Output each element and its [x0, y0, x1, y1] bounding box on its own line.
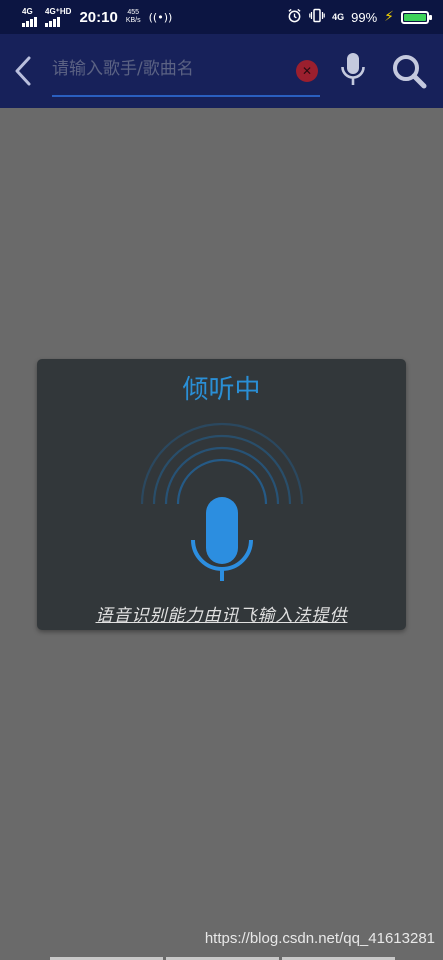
alarm-icon — [287, 8, 302, 26]
charging-icon: ⚡ — [384, 9, 394, 25]
sim1-label: 4G — [22, 6, 33, 16]
search-button[interactable] — [390, 52, 428, 90]
clear-icon: ✕ — [301, 64, 313, 78]
status-left: 4G 4G⁺HD 20:10 455 KB/s ((•)) — [22, 6, 172, 28]
chevron-left-icon — [15, 56, 31, 86]
speed-value: 455 — [127, 9, 140, 16]
dialog-title: 倾听中 — [182, 375, 261, 405]
back-button[interactable] — [10, 52, 38, 90]
battery-percent: 99% — [351, 9, 378, 25]
listening-waves — [140, 422, 304, 581]
watermark: https://blog.csdn.net/qq_41613281 — [204, 930, 435, 947]
signal-bars-icon — [45, 16, 60, 27]
search-input-underline — [52, 95, 320, 97]
status-bar: 4G 4G⁺HD 20:10 455 KB/s ((•)) 4G 99% ⚡ — [0, 0, 443, 34]
dialog-caption: 语音识别能力由讯飞输入法提供 — [95, 606, 348, 626]
search-input[interactable] — [52, 54, 320, 84]
sim1-signal-icon: 4G — [22, 6, 37, 27]
search-icon — [393, 55, 427, 89]
microphone-icon — [341, 53, 365, 85]
voice-search-button[interactable] — [339, 52, 367, 88]
status-right: 4G 99% ⚡ — [287, 6, 432, 28]
hotspot-icon: ((•)) — [148, 10, 173, 24]
battery-fill — [404, 13, 426, 21]
sim2-label: 4G⁺HD — [45, 6, 72, 16]
network-speed: 455 KB/s — [126, 9, 141, 25]
wave-arc — [152, 434, 292, 505]
battery-icon — [401, 10, 432, 24]
status-time: 20:10 — [79, 8, 118, 26]
search-toolbar: ✕ — [0, 34, 443, 108]
vibrate-icon — [309, 8, 325, 26]
speed-unit: KB/s — [125, 17, 141, 24]
signal-bars-icon — [22, 16, 37, 27]
sim2-signal-icon: 4G⁺HD — [45, 6, 72, 27]
microphone-icon — [191, 497, 253, 581]
network-type: 4G — [332, 12, 345, 22]
clear-button[interactable]: ✕ — [296, 60, 318, 82]
wave-arc — [164, 446, 280, 505]
voice-recognition-dialog: 倾听中 语音识别能力由讯飞输入法提供 — [37, 359, 406, 630]
